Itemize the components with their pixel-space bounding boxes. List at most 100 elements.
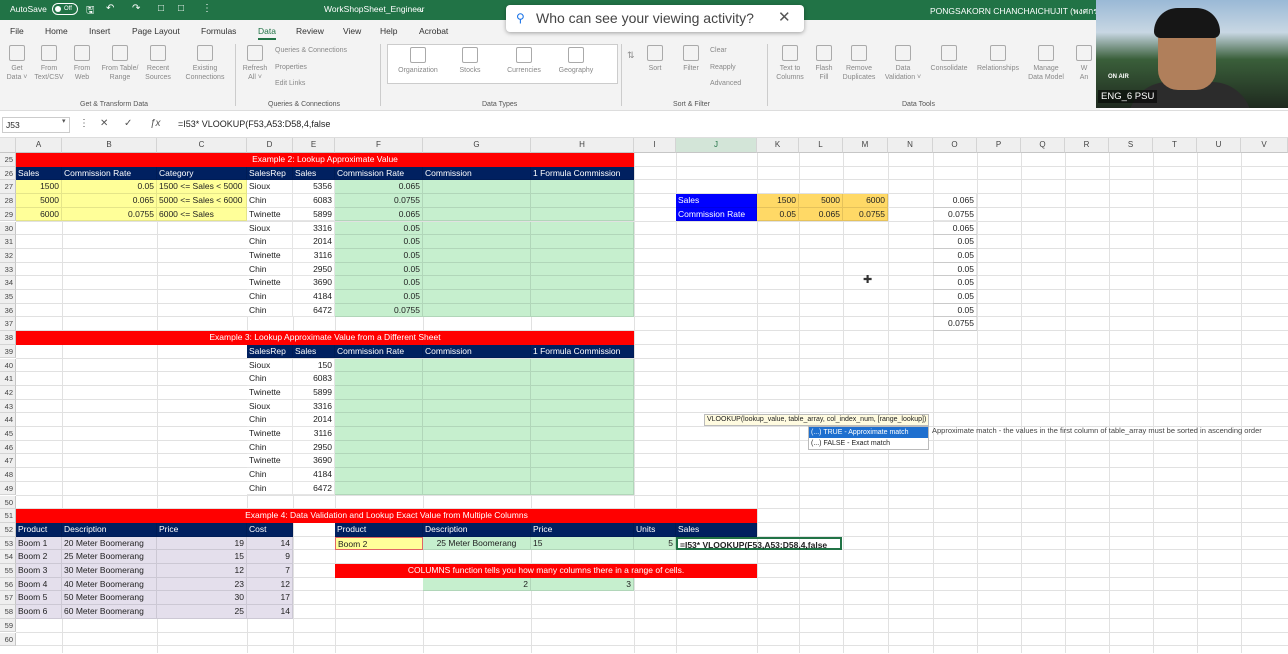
formula-commission[interactable] bbox=[531, 276, 634, 290]
formula-commission[interactable] bbox=[531, 454, 634, 469]
sales-rep[interactable]: Chin bbox=[247, 468, 293, 482]
row-header[interactable]: 26 bbox=[0, 166, 16, 181]
product[interactable]: Boom 6 bbox=[16, 605, 62, 619]
cost[interactable]: 14 bbox=[247, 605, 293, 619]
lookup-rate[interactable]: 0.05 bbox=[335, 262, 423, 277]
sales-value[interactable]: 5899 bbox=[293, 385, 335, 400]
sales-value[interactable]: 4184 bbox=[293, 468, 335, 482]
lookup-rate[interactable] bbox=[335, 358, 423, 373]
sales-value[interactable]: 2950 bbox=[293, 262, 335, 277]
column-header[interactable]: E bbox=[293, 138, 335, 153]
sales-value[interactable]: 2014 bbox=[293, 235, 335, 249]
sales-rep[interactable]: Twinette bbox=[247, 207, 293, 222]
formula-commission[interactable] bbox=[531, 440, 634, 455]
header-cell[interactable]: Description bbox=[62, 522, 157, 537]
row-header[interactable]: 39 bbox=[0, 344, 16, 359]
sales-rep[interactable]: Twinette bbox=[247, 248, 293, 263]
header-cell[interactable]: Product bbox=[16, 522, 62, 537]
row-header[interactable]: 42 bbox=[0, 385, 16, 400]
commission[interactable] bbox=[423, 221, 531, 236]
remove-duplicates-button[interactable]: Remove Duplicates bbox=[838, 45, 880, 82]
hlookup-result[interactable]: 0.065 bbox=[933, 221, 977, 236]
price[interactable]: 25 bbox=[157, 605, 247, 619]
lookup-price[interactable]: 15 bbox=[531, 536, 634, 551]
sales-rep[interactable]: Chin bbox=[247, 372, 293, 386]
formula-input[interactable]: =I53* VLOOKUP(F53,A53:D58,4,false bbox=[178, 119, 330, 129]
header-cell[interactable]: Category bbox=[157, 166, 247, 181]
row-header[interactable]: 55 bbox=[0, 564, 16, 578]
header-cell[interactable]: Sales bbox=[293, 166, 335, 181]
sort-button[interactable]: Sort bbox=[640, 45, 670, 73]
sales-threshold[interactable]: 6000 bbox=[16, 207, 62, 222]
advanced-button[interactable]: Advanced bbox=[710, 80, 741, 87]
sales-value[interactable]: 4184 bbox=[293, 290, 335, 304]
sales-value[interactable]: 3690 bbox=[293, 454, 335, 469]
row-header[interactable]: 51 bbox=[0, 509, 16, 523]
sales-value[interactable]: 3116 bbox=[293, 248, 335, 263]
undo-icon[interactable]: ↶ bbox=[106, 3, 114, 14]
price[interactable]: 12 bbox=[157, 564, 247, 578]
formula-commission[interactable] bbox=[531, 235, 634, 249]
cost[interactable]: 7 bbox=[247, 564, 293, 578]
example3-title[interactable]: Example 3: Lookup Approximate Value from… bbox=[16, 331, 634, 345]
hlookup-result[interactable]: 0.05 bbox=[933, 262, 977, 277]
column-header[interactable]: D bbox=[247, 138, 293, 153]
commission[interactable] bbox=[423, 262, 531, 277]
header-cell[interactable]: SalesRep bbox=[247, 166, 293, 181]
row-header[interactable]: 43 bbox=[0, 399, 16, 414]
select-all-corner[interactable] bbox=[0, 138, 16, 153]
column-header[interactable]: F bbox=[335, 138, 423, 153]
row-header[interactable]: 31 bbox=[0, 235, 16, 249]
cancel-icon[interactable]: ✕ bbox=[100, 118, 108, 129]
sales-value[interactable]: 6083 bbox=[293, 194, 335, 208]
cost[interactable]: 17 bbox=[247, 591, 293, 606]
commission[interactable] bbox=[423, 413, 531, 427]
edit-links-button[interactable]: Edit Links bbox=[275, 80, 305, 87]
sales-rep[interactable]: Chin bbox=[247, 440, 293, 455]
lookup-rate[interactable] bbox=[335, 427, 423, 441]
sales-value[interactable]: 150 bbox=[293, 358, 335, 373]
viewing-activity-notice[interactable]: ⚲ Who can see your viewing activity? ✕ bbox=[506, 5, 804, 32]
sales-value[interactable]: 6472 bbox=[293, 303, 335, 318]
description[interactable]: 30 Meter Boomerang bbox=[62, 564, 157, 578]
row-header[interactable]: 56 bbox=[0, 577, 16, 592]
sales-value[interactable]: 3316 bbox=[293, 221, 335, 236]
commission[interactable] bbox=[423, 358, 531, 373]
row-header[interactable]: 36 bbox=[0, 303, 16, 318]
column-header[interactable]: H bbox=[531, 138, 634, 153]
sales-rep[interactable]: Chin bbox=[247, 262, 293, 277]
hlookup-result[interactable]: 0.05 bbox=[933, 248, 977, 263]
column-header[interactable]: A bbox=[16, 138, 62, 153]
lookup-rate[interactable] bbox=[335, 372, 423, 386]
header-cell[interactable]: Sales bbox=[676, 522, 757, 537]
columns-note[interactable]: COLUMNS function tells you how many colu… bbox=[335, 564, 757, 578]
sales-rep[interactable]: Twinette bbox=[247, 427, 293, 441]
tab-view[interactable]: View bbox=[343, 26, 361, 36]
side-sales[interactable]: 5000 bbox=[799, 194, 843, 208]
side-sales[interactable]: 1500 bbox=[757, 194, 799, 208]
formula-commission[interactable] bbox=[531, 221, 634, 236]
formula-commission[interactable] bbox=[531, 290, 634, 304]
notice-text[interactable]: Who can see your viewing activity? bbox=[536, 10, 754, 26]
reapply-button[interactable]: Reapply bbox=[710, 64, 736, 71]
row-header[interactable]: 44 bbox=[0, 413, 16, 427]
save-icon[interactable]: 🖫 bbox=[86, 3, 95, 20]
commission[interactable] bbox=[423, 468, 531, 482]
header-cell[interactable]: Cost bbox=[247, 522, 293, 537]
row-header[interactable]: 57 bbox=[0, 591, 16, 606]
lookup-rate[interactable] bbox=[335, 468, 423, 482]
user-name[interactable]: PONGSAKORN CHANCHAICHUJIT (พงศกร ชาญ bbox=[930, 4, 1118, 18]
properties-button[interactable]: Properties bbox=[275, 64, 307, 71]
category[interactable]: 5000 <= Sales < 6000 bbox=[157, 194, 247, 208]
lookup-rate[interactable] bbox=[335, 454, 423, 469]
row-header[interactable]: 41 bbox=[0, 372, 16, 386]
sales-rep[interactable]: Twinette bbox=[247, 276, 293, 290]
lookup-rate[interactable] bbox=[335, 399, 423, 414]
lookup-rate[interactable] bbox=[335, 413, 423, 427]
header-cell[interactable]: Commission Rate bbox=[335, 344, 423, 359]
formula-commission[interactable] bbox=[531, 427, 634, 441]
formula-commission[interactable] bbox=[531, 399, 634, 414]
column-header[interactable]: C bbox=[157, 138, 247, 153]
header-cell[interactable]: 1 Formula Commission bbox=[531, 344, 634, 359]
header-cell[interactable]: Commission Rate bbox=[62, 166, 157, 181]
